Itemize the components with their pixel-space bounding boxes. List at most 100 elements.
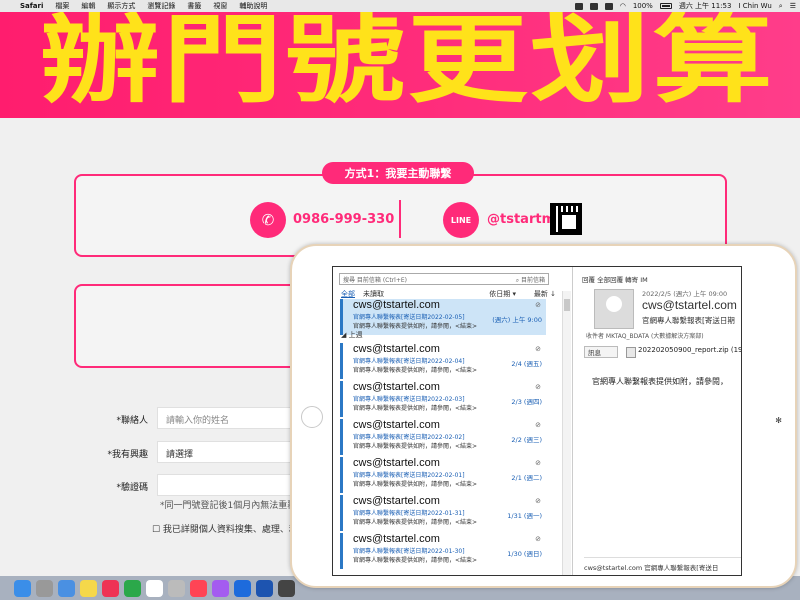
camera-icon: ✻: [775, 416, 782, 425]
calendar-icon[interactable]: [146, 579, 163, 597]
mail-item[interactable]: cws@tstartel.com 官網專人聯繫報表[寄送日期2022-02-04…: [340, 343, 546, 379]
facetime-icon[interactable]: [124, 579, 141, 597]
battery-icon[interactable]: [659, 3, 672, 9]
divider: [399, 200, 401, 238]
mail-list-scrollbar[interactable]: [562, 291, 571, 575]
mail-list-pane: 搜尋 目前信箱 (Ctrl+E) ⌕ 目前信箱 全部 未讀取 依日期 ▾ 最新 …: [333, 267, 573, 575]
menu-app-name[interactable]: Safari: [20, 2, 43, 10]
attachment-icon: ⊘: [535, 497, 541, 505]
music-icon[interactable]: [190, 579, 207, 597]
status-app-icon[interactable]: [589, 2, 598, 10]
status-app-icon[interactable]: [604, 2, 613, 10]
menu-bar: Safari 檔案 編輯 顯示方式 瀏覽記錄 書籤 視窗 輔助說明 ◠ 100%…: [0, 0, 800, 12]
search-icon[interactable]: ⌕: [779, 2, 783, 11]
app-store-icon[interactable]: [234, 579, 251, 597]
safari-icon[interactable]: [58, 579, 75, 597]
mail-date: 2/2 (週三): [511, 436, 542, 444]
attachment-icon: ⊘: [535, 383, 541, 391]
mail-date: 2/4 (週五): [511, 360, 542, 368]
launchpad-icon[interactable]: [36, 579, 53, 597]
mail-item[interactable]: cws@tstartel.com 官網專人聯繫報表[寄送日期2022-02-03…: [340, 381, 546, 417]
status-area: ◠ 100% 週六 上午 11:53 I Chin Wu ⌕ ☰: [574, 0, 796, 12]
mail-item[interactable]: cws@tstartel.com 官網專人聯繫報表[寄送日期2022-02-02…: [340, 419, 546, 455]
reminders-icon[interactable]: [168, 579, 185, 597]
method-title: 方式1：我要主動聯繫: [322, 162, 474, 184]
battery-percent: 100%: [632, 2, 653, 10]
search-placeholder: 搜尋 目前信箱 (Ctrl+E): [343, 277, 407, 284]
mail-item[interactable]: cws@tstartel.com 官網專人聯繫報表[寄送日期2022-02-01…: [340, 457, 546, 493]
mail-from: cws@tstartel.com: [353, 299, 440, 311]
outlook-window: 搜尋 目前信箱 (Ctrl+E) ⌕ 目前信箱 全部 未讀取 依日期 ▾ 最新 …: [332, 266, 742, 576]
message-subject: 官網專人聯繫報表[寄送日期: [642, 316, 735, 325]
phone-number[interactable]: 0986-999-330: [293, 212, 394, 227]
mail-from: cws@tstartel.com: [353, 457, 440, 469]
terminal-icon[interactable]: [278, 579, 295, 597]
ipad-device: ✻ 搜尋 目前信箱 (Ctrl+E) ⌕ 目前信箱 全部 未讀取 依日期 ▾ 最…: [290, 244, 797, 588]
clock[interactable]: 週六 上午 11:53: [679, 1, 732, 11]
mail-from: cws@tstartel.com: [353, 343, 440, 355]
user-name[interactable]: I Chin Wu: [738, 2, 771, 10]
mail-date: 1/30 (週日): [507, 550, 542, 558]
mail-filter-tabs: 全部 未讀取 依日期 ▾ 最新 ↓: [341, 289, 556, 299]
search-scope[interactable]: 目前信箱: [521, 277, 545, 284]
mail-item[interactable]: cws@tstartel.com 官網專人聯繫報表[寄送日期2022-02-05…: [340, 299, 546, 335]
wifi-icon[interactable]: ◠: [620, 2, 626, 10]
mail-item[interactable]: cws@tstartel.com 官網專人聯繫報表[寄送日期2022-01-30…: [340, 533, 546, 569]
name-label: *聯絡人: [116, 416, 148, 426]
mail-item[interactable]: cws@tstartel.com 官網專人聯繫報表[寄送日期2022-01-31…: [340, 495, 546, 531]
tab-unread[interactable]: 未讀取: [363, 289, 384, 299]
banner-headline: 辦門號更划算: [40, 12, 775, 116]
message-from[interactable]: cws@tstartel.com: [642, 298, 737, 312]
group-header-last-week[interactable]: ◢ 上週: [341, 330, 363, 340]
word-icon[interactable]: [256, 579, 273, 597]
tab-all[interactable]: 全部: [341, 289, 355, 299]
attachment-icon: ⊘: [535, 301, 541, 309]
attachment-icon: ⊘: [535, 535, 541, 543]
mail-from: cws@tstartel.com: [353, 419, 440, 431]
menu-window[interactable]: 視窗: [213, 1, 227, 11]
menu-bookmarks[interactable]: 書籤: [187, 1, 201, 11]
line-icon: LINE: [443, 202, 479, 238]
sort-order[interactable]: 最新 ↓: [534, 289, 556, 299]
control-icon[interactable]: ☰: [790, 2, 796, 10]
menu-history[interactable]: 瀏覽記錄: [147, 1, 175, 11]
status-app-icon[interactable]: [574, 2, 583, 10]
finder-icon[interactable]: [14, 579, 31, 597]
status-footer: cws@tstartel.com 官網專人聯繫報表[寄送日: [584, 557, 741, 572]
sender-avatar: [594, 289, 634, 329]
mail-date: 2/3 (週四): [511, 398, 542, 406]
home-button[interactable]: [301, 406, 323, 428]
notes-icon[interactable]: [80, 579, 97, 597]
sort-by-date[interactable]: 依日期 ▾: [489, 289, 516, 299]
menu-view[interactable]: 顯示方式: [107, 1, 135, 11]
mail-date: 1/31 (週一): [507, 512, 542, 520]
mail-from: cws@tstartel.com: [353, 381, 440, 393]
message-date: 2022/2/5 (週六) 上午 09:00: [642, 290, 728, 298]
message-tab[interactable]: 訊息: [584, 346, 618, 358]
attachment-icon: ⊘: [535, 345, 541, 353]
captcha-label: *驗證碼: [116, 483, 148, 493]
mail-from: cws@tstartel.com: [353, 533, 440, 545]
agree-checkbox[interactable]: ☐ 我已詳閱個人資料搜集、處理、利: [152, 522, 298, 535]
mail-date: 2/1 (週二): [511, 474, 542, 482]
attachment-file[interactable]: 202202050900_report.zip (19 KB): [626, 346, 741, 358]
mail-search-input[interactable]: 搜尋 目前信箱 (Ctrl+E) ⌕ 目前信箱: [339, 273, 549, 285]
scrollbar-thumb[interactable]: [564, 299, 570, 311]
podcasts-icon[interactable]: [212, 579, 229, 597]
message-actions[interactable]: 回覆 全部回覆 轉寄 IM: [582, 274, 648, 284]
menu-help[interactable]: 輔助說明: [239, 1, 267, 11]
line-id[interactable]: @tstartm: [487, 212, 555, 227]
group-label: 上週: [348, 331, 363, 339]
attachment-icon: ⊘: [535, 459, 541, 467]
mail-from: cws@tstartel.com: [353, 495, 440, 507]
message-to: 收件者 MKTAQ_BDATA (大數據解決方案部): [586, 333, 704, 340]
menu-file[interactable]: 檔案: [55, 1, 69, 11]
photos-icon[interactable]: [102, 579, 119, 597]
promo-banner: 辦門號更划算: [0, 12, 800, 118]
menu-edit[interactable]: 編輯: [81, 1, 95, 11]
qr-code-icon: [550, 203, 582, 235]
reading-pane: 回覆 全部回覆 轉寄 IM 2022/2/5 (週六) 上午 09:00 cws…: [574, 267, 741, 575]
attachment-icon: ⊘: [535, 421, 541, 429]
search-icon[interactable]: ⌕ 目前信箱: [516, 275, 545, 284]
form-note: *同一門號登記後1個月內無法重覆登: [160, 501, 306, 511]
